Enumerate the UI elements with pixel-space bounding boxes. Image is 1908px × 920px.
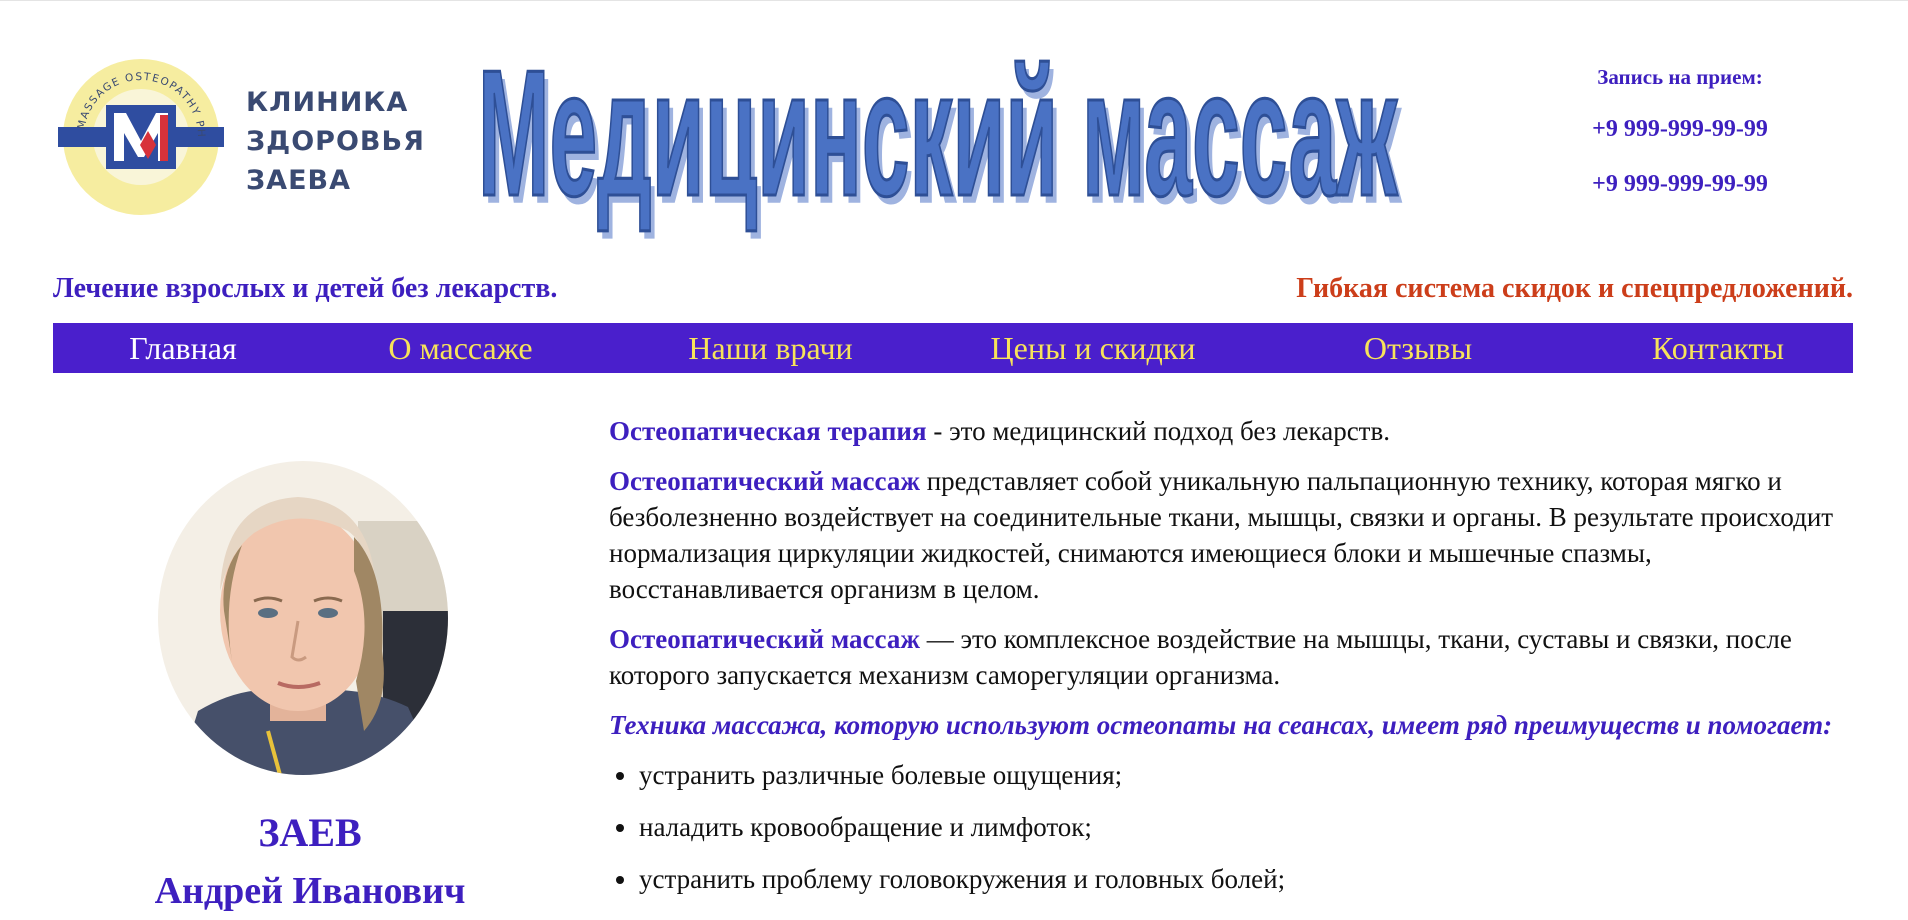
term-osteopathic-therapy: Остеопатическая терапия	[609, 416, 927, 446]
benefits-lead: Техника массажа, которую используют осте…	[609, 710, 1833, 740]
phone-2[interactable]: +9 999-999-99-99	[1530, 171, 1830, 198]
term-osteopathic-massage-2: Остеопатический массаж	[609, 624, 920, 654]
benefits-list: устранить различные болевые ощущения; на…	[609, 757, 1859, 897]
main-nav: Главная О массаже Наши врачи Цены и скид…	[53, 323, 1853, 373]
doctor-first-names: Андрей Иванович	[154, 870, 466, 912]
list-item: наладить кровообращение и лимфоток;	[639, 809, 1859, 845]
nav-home[interactable]: Главная	[53, 330, 313, 367]
doctor-photo	[158, 461, 448, 775]
tagline-right: Гибкая система скидок и спецпредложений.	[1296, 273, 1853, 304]
nav-doctors[interactable]: Наши врачи	[608, 330, 933, 367]
tagline-left: Лечение взрослых и детей без лекарств.	[53, 273, 558, 304]
list-item: устранить различные болевые ощущения;	[639, 757, 1859, 793]
headline-text: Медицинский массаж	[478, 32, 1398, 234]
site-headline: Медицинский массаж Медицинский массаж	[470, 19, 1450, 259]
list-item: устранить проблему головокружения и голо…	[639, 861, 1859, 897]
booking-block: Запись на прием: +9 999-999-99-99 +9 999…	[1530, 65, 1830, 198]
paragraph-2: Остеопатический массаж представляет собо…	[609, 463, 1859, 607]
phone-1[interactable]: +9 999-999-99-99	[1530, 116, 1830, 143]
seal-icon: MASSAGE OSTEOPATHY PHYSICAL THERAPY	[56, 57, 224, 215]
clinic-name-line1: КЛИНИКА	[246, 87, 409, 118]
term-osteopathic-massage: Остеопатический массаж	[609, 466, 920, 496]
nav-reviews[interactable]: Отзывы	[1253, 330, 1583, 367]
doctor-last-name: ЗАЕВ	[258, 810, 362, 855]
booking-label: Запись на прием:	[1597, 65, 1763, 89]
nav-contacts[interactable]: Контакты	[1583, 330, 1853, 367]
paragraph-1: Остеопатическая терапия - это медицински…	[609, 413, 1859, 449]
paragraph-3: Остеопатический массаж — это комплексное…	[609, 621, 1859, 693]
clinic-name: КЛИНИКА ЗДОРОВЬЯ ЗАЕВА	[246, 83, 425, 200]
clinic-name-line3: ЗАЕВА	[246, 165, 351, 196]
nav-about-massage[interactable]: О массаже	[313, 330, 608, 367]
clinic-name-line2: ЗДОРОВЬЯ	[246, 126, 425, 157]
nav-prices[interactable]: Цены и скидки	[933, 330, 1253, 367]
main-content: Остеопатическая терапия - это медицински…	[609, 413, 1859, 913]
clinic-logo[interactable]: MASSAGE OSTEOPATHY PHYSICAL THERAPY КЛИН…	[56, 57, 424, 217]
paragraph-1-text: - это медицинский подход без лекарств.	[926, 416, 1390, 446]
